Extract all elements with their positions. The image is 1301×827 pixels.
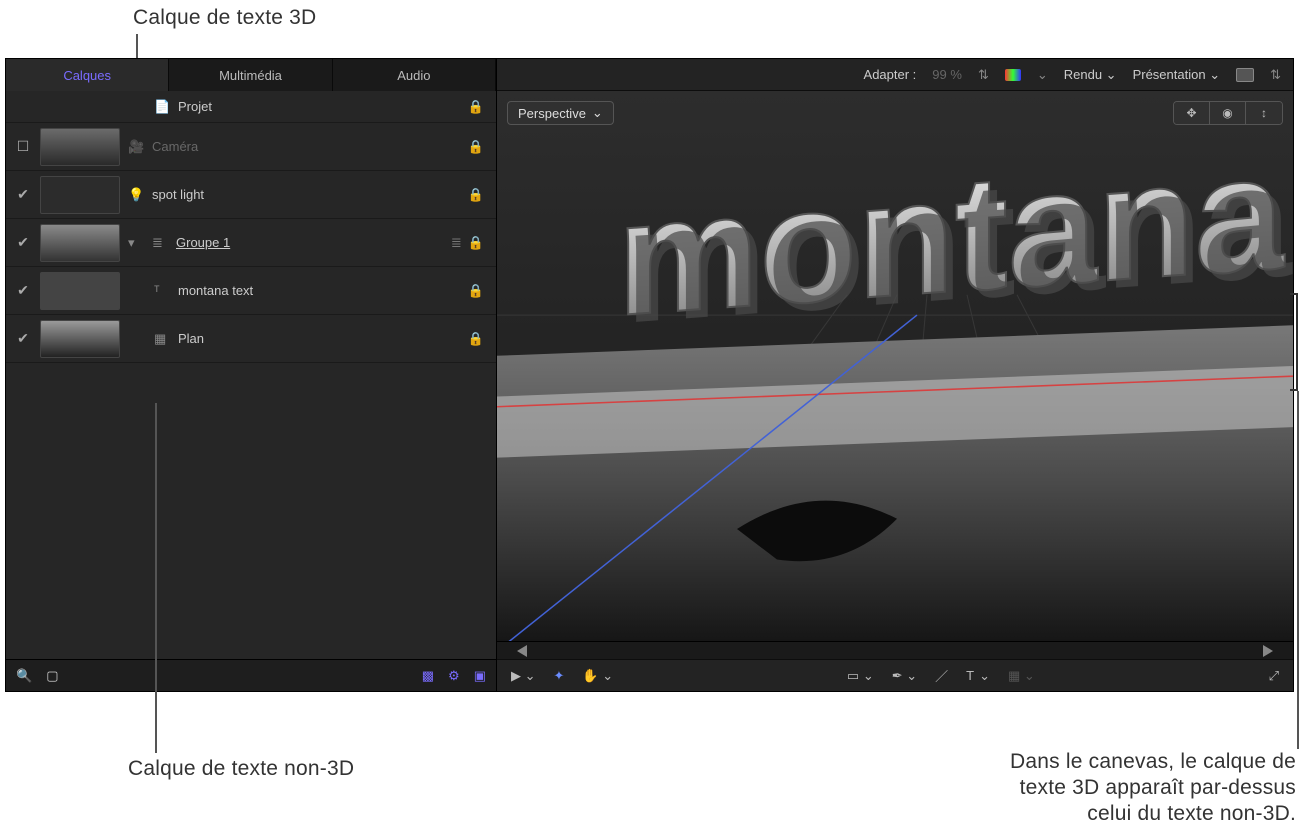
lock-icon[interactable]: 🔒 — [448, 331, 496, 347]
annotation-bottom-right: Dans le canevas, le calque de texte 3D a… — [1010, 749, 1296, 827]
row-plan-label: Plan — [178, 331, 204, 346]
scene-3d: montana montana — [497, 91, 1293, 641]
camera-perspective-menu[interactable]: Perspective ⌄ — [507, 101, 614, 125]
row-project-label: Projet — [178, 99, 212, 114]
row-plan[interactable]: ✔ ▦ Plan 🔒 — [6, 315, 496, 363]
chevron-down-icon[interactable]: ⇅ — [1270, 67, 1281, 83]
callout-line-bottom-right — [1297, 391, 1299, 749]
annotation-top: Calque de texte 3D — [133, 6, 316, 30]
canvas-panel: Adapter : 99 % ⇅ ⌄ Rendu ⌄ Présentation … — [497, 59, 1293, 691]
3d-transform-tool[interactable]: ✦ — [554, 668, 565, 684]
search-icon[interactable]: 🔍 — [16, 668, 32, 684]
light-icon: 💡 — [128, 187, 144, 203]
checker-icon[interactable]: ▩ — [422, 668, 434, 684]
view-menu[interactable]: Présentation ⌄ — [1133, 67, 1221, 83]
color-well[interactable] — [1236, 68, 1254, 82]
disclosure-icon[interactable]: ▾ — [128, 235, 144, 251]
chevron-down-icon: ⌄ — [592, 105, 603, 121]
orbit-view-button[interactable]: ◉ — [1210, 102, 1246, 124]
row-montana[interactable]: ✔ ᵀ montana text 🔒 — [6, 267, 496, 315]
left-footer: 🔍 ▢ ▩ ⚙ ▣ — [6, 659, 496, 691]
frame-icon[interactable]: ▢ — [46, 668, 58, 684]
expand-icon[interactable]: ⤢ — [1269, 668, 1279, 684]
thumb-camera — [40, 128, 120, 166]
lock-icon[interactable]: 🔒 — [448, 139, 496, 155]
checkbox-spotlight[interactable]: ✔ — [6, 186, 40, 203]
preview-icon[interactable]: ▣ — [474, 668, 486, 684]
arrow-tool[interactable]: ▶ ⌄ — [511, 668, 536, 684]
rect-tool[interactable]: ▭ ⌄ — [847, 668, 874, 684]
group-icon: ≣ — [152, 235, 168, 251]
thumb-montana — [40, 272, 120, 310]
fit-label: Adapter : — [864, 67, 917, 82]
canvas-bottom-toolbar: ▶ ⌄ ✦ ✋ ⌄ ▭ ⌄ ✒ ⌄ ／ T ⌄ ▦ ⌄ ⤢ — [497, 659, 1293, 691]
lock-icon[interactable]: 🔒 — [448, 99, 496, 115]
row-montana-label: montana text — [178, 283, 253, 298]
brush-tool[interactable]: ／ — [935, 666, 948, 685]
pen-tool[interactable]: ✒ ⌄ — [892, 668, 917, 684]
app-window: Calques Multimédia Audio 📄 Projet 🔒 ☐ 🎥 … — [5, 58, 1294, 692]
checkbox-montana[interactable]: ✔ — [6, 282, 40, 299]
render-menu[interactable]: Rendu ⌄ — [1064, 67, 1117, 83]
row-camera[interactable]: ☐ 🎥 Caméra 🔒 — [6, 123, 496, 171]
canvas-topbar: Adapter : 99 % ⇅ ⌄ Rendu ⌄ Présentation … — [497, 59, 1293, 91]
lock-icon[interactable]: 🔒 — [468, 235, 484, 251]
bracket-vertical — [1296, 293, 1298, 391]
row-camera-label: Caméra — [152, 139, 198, 154]
mask-tool[interactable]: ▦ ⌄ — [1008, 668, 1035, 684]
canvas-horizontal-scroll[interactable] — [497, 641, 1293, 659]
canvas-viewport[interactable]: montana montana Perspective ⌄ ✥ ◉ ↕ — [497, 91, 1293, 641]
panel-tabs: Calques Multimédia Audio — [6, 59, 496, 91]
checkbox-camera[interactable]: ☐ — [6, 138, 40, 155]
pan-tool[interactable]: ✋ ⌄ — [582, 668, 613, 684]
camera-icon: 🎥 — [128, 139, 144, 155]
thumb-group1 — [40, 224, 120, 262]
thumb-spotlight — [40, 176, 120, 214]
row-spotlight-label: spot light — [152, 187, 204, 202]
view-button-group: ✥ ◉ ↕ — [1173, 101, 1283, 125]
thumb-plan — [40, 320, 120, 358]
row-group1-label: Groupe 1 — [176, 235, 230, 250]
checkbox-plan[interactable]: ✔ — [6, 330, 40, 347]
row-group1[interactable]: ✔ ▾ ≣ Groupe 1 ≣ 🔒 — [6, 219, 496, 267]
lock-icon[interactable]: 🔒 — [448, 187, 496, 203]
clip-icon: ▦ — [154, 331, 170, 347]
pan-view-button[interactable]: ✥ — [1174, 102, 1210, 124]
annotation-bottom-left: Calque de texte non-3D — [128, 757, 354, 781]
text-tool[interactable]: T ⌄ — [966, 668, 990, 684]
callout-line-bottom-left — [155, 403, 157, 753]
left-panel: Calques Multimédia Audio 📄 Projet 🔒 ☐ 🎥 … — [6, 59, 497, 691]
layer-list: 📄 Projet 🔒 ☐ 🎥 Caméra 🔒 ✔ 💡 s — [6, 91, 496, 659]
color-channel-swatch[interactable] — [1005, 69, 1021, 81]
bracket-top — [1290, 293, 1298, 295]
zoom-value[interactable]: 99 % — [932, 67, 962, 82]
chevron-down-icon[interactable]: ⌄ — [1037, 67, 1048, 83]
3d-text-icon: ᵀ — [154, 283, 170, 298]
tab-layers[interactable]: Calques — [6, 59, 169, 91]
lock-icon[interactable]: 🔒 — [448, 283, 496, 299]
row-spotlight[interactable]: ✔ 💡 spot light 🔒 — [6, 171, 496, 219]
checkbox-group1[interactable]: ✔ — [6, 234, 40, 251]
tab-media[interactable]: Multimédia — [169, 59, 332, 91]
row-project[interactable]: 📄 Projet 🔒 — [6, 91, 496, 123]
zoom-stepper-icon[interactable]: ⇅ — [978, 67, 989, 83]
perspective-label: Perspective — [518, 106, 586, 121]
tab-audio[interactable]: Audio — [333, 59, 496, 91]
gear-icon[interactable]: ⚙ — [448, 668, 460, 684]
layers-icon: ≣ — [451, 235, 462, 251]
dolly-view-button[interactable]: ↕ — [1246, 102, 1282, 124]
project-icon: 📄 — [154, 99, 170, 115]
